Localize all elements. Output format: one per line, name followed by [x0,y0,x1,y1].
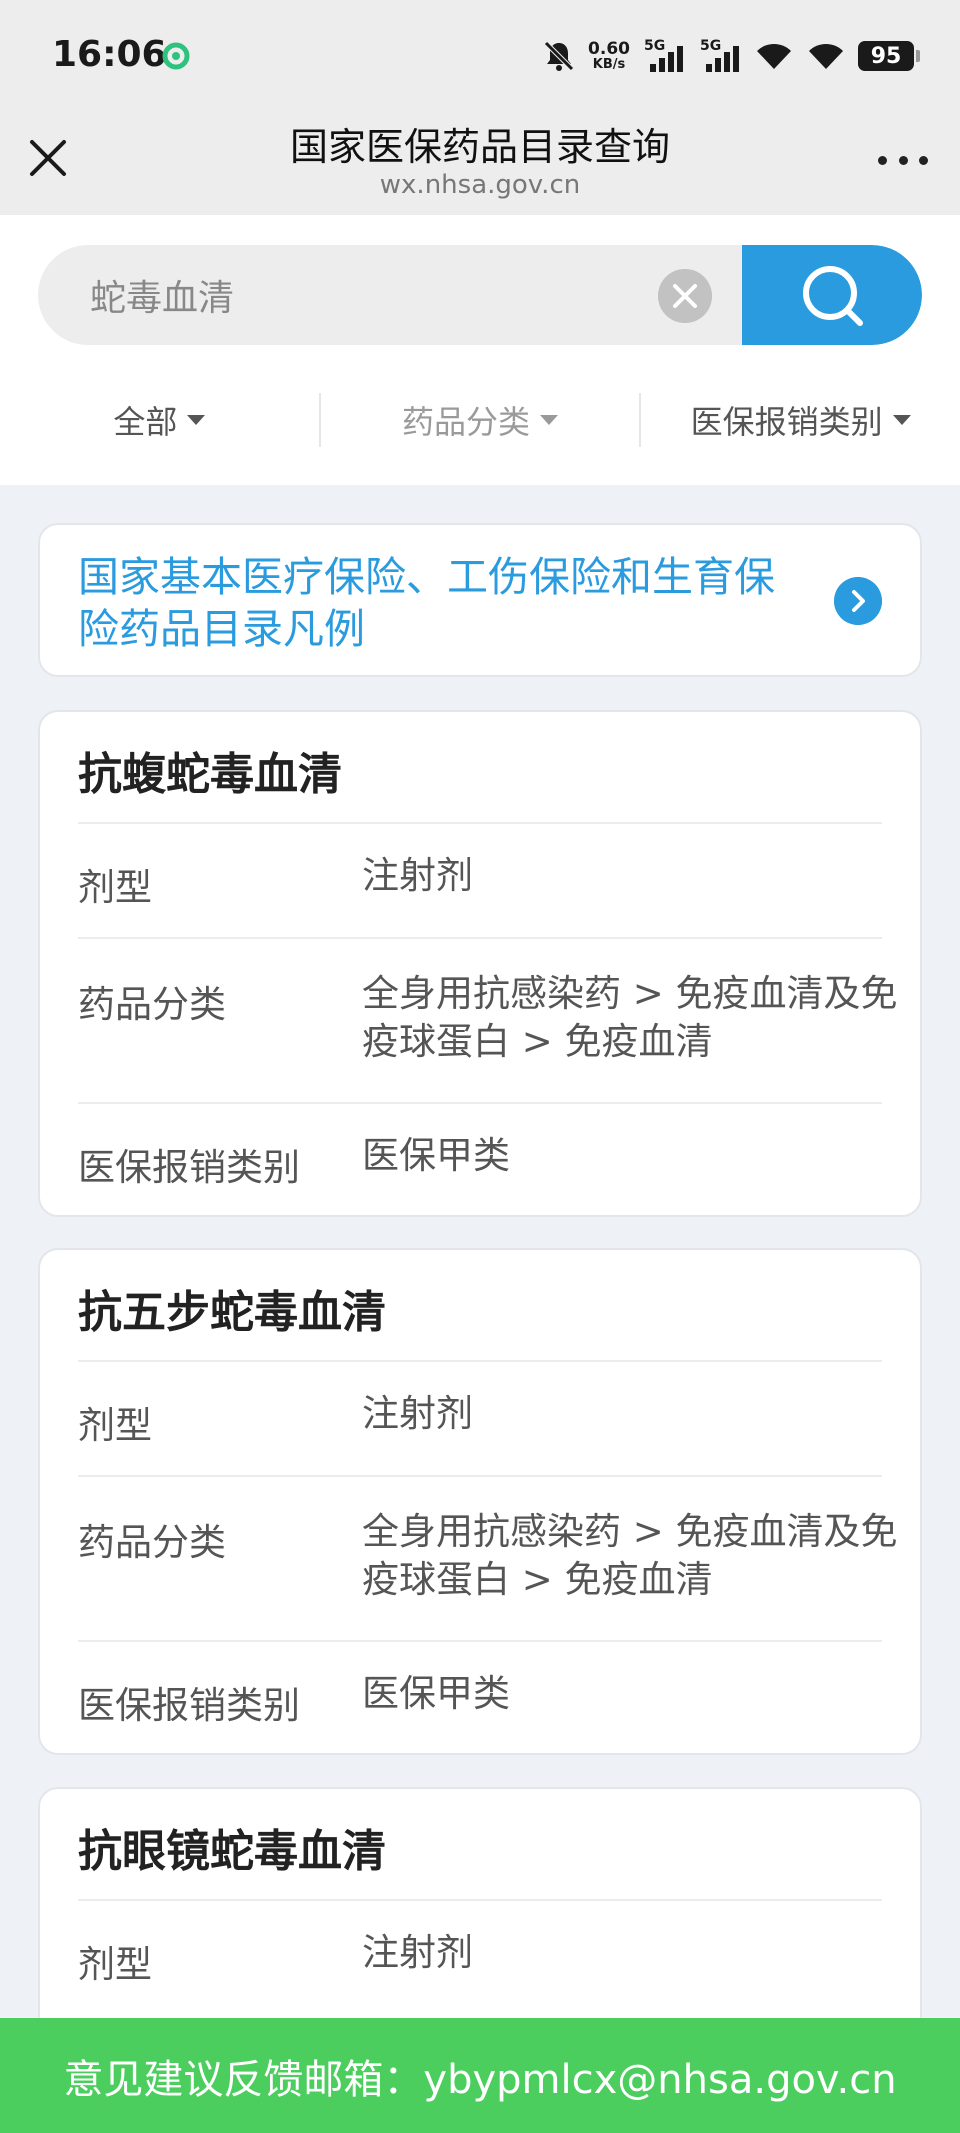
caret-down-icon [187,415,206,425]
status-time: 16:06 [52,34,167,75]
chevron-right-icon [834,577,882,625]
catalog-notice-link[interactable]: 国家基本医疗保险、工伤保险和生育保险药品目录凡例 [38,523,922,677]
signal-icon: 5G [642,38,686,74]
row-label: 剂型 [78,1404,152,1447]
status-icons: 0.60 KB/s 5G 5G 95 [542,36,920,76]
feedback-footer: 意见建议反馈邮箱：ybypmlcx@nhsa.gov.cn [0,2018,960,2133]
app-notification-icon [162,42,190,70]
row-value: 注射剂 [362,1392,473,1435]
bell-muted-icon [544,41,574,71]
filter-bar: 全部 药品分类 医保报销类别 [0,375,960,465]
caret-down-icon [892,415,911,425]
filter-reimbursement-type-label: 医保报销类别 [690,403,883,441]
drug-card[interactable]: 抗五步蛇毒血清 剂型 注射剂 药品分类 全身用抗感染药 > 免疫血清及免疫球蛋白… [38,1248,922,1755]
signal-label: 5G [644,38,666,54]
drug-name: 抗眼镜蛇毒血清 [78,1826,386,1877]
clear-search-icon[interactable] [658,269,712,323]
filter-all-label: 全部 [113,403,178,441]
notice-text: 国家基本医疗保险、工伤保险和生育保险药品目录凡例 [78,553,775,653]
row-value: 注射剂 [362,1931,473,1974]
search-input[interactable] [90,245,650,345]
search-box [38,245,922,345]
filter-drug-category-label: 药品分类 [402,403,531,441]
row-label: 剂型 [78,1943,152,1986]
divider [78,1640,882,1642]
filter-drug-category[interactable]: 药品分类 [318,393,640,447]
row-value: 注射剂 [362,854,473,897]
wifi-icon-2 [809,43,843,69]
divider [78,822,882,824]
page-title: 国家医保药品目录查询 [289,125,670,169]
drug-card[interactable]: 抗蝮蛇毒血清 剂型 注射剂 药品分类 全身用抗感染药 > 免疫血清及免疫球蛋白 … [38,710,922,1217]
row-label: 医保报销类别 [78,1146,300,1189]
feedback-email-text: 意见建议反馈邮箱：ybypmlcx@nhsa.gov.cn [63,2056,897,2103]
search-icon [803,266,863,326]
row-value: 全身用抗感染药 > 免疫血清及免疫球蛋白 > 免疫血清 [362,972,898,1063]
row-label: 药品分类 [78,1521,226,1564]
signal-icon-2: 5G [698,38,742,74]
page-url: wx.nhsa.gov.cn [379,170,581,200]
more-menu-icon[interactable] [878,148,928,172]
search-area: 全部 药品分类 医保报销类别 [0,215,960,485]
row-label: 医保报销类别 [78,1684,300,1727]
row-value: 全身用抗感染药 > 免疫血清及免疫球蛋白 > 免疫血清 [362,1510,898,1601]
speed-unit: KB/s [592,57,626,72]
divider [78,1475,882,1477]
wifi-icon [757,43,791,69]
divider [78,937,882,939]
row-value: 医保甲类 [362,1134,510,1177]
caret-down-icon [540,415,559,425]
nav-bar: 国家医保药品目录查询 wx.nhsa.gov.cn [0,110,960,215]
filter-reimbursement-type[interactable]: 医保报销类别 [639,393,960,447]
divider [78,1102,882,1104]
divider [78,1899,882,1901]
speed-value: 0.60 [588,39,630,59]
network-speed: 0.60 KB/s [588,40,630,72]
search-button[interactable] [742,245,922,345]
filter-all[interactable]: 全部 [0,393,319,447]
row-label: 药品分类 [78,983,226,1026]
status-bar: 16:06 0.60 KB/s 5G 5G 95 [0,0,960,110]
drug-name: 抗蝮蛇毒血清 [78,749,342,800]
divider [78,1360,882,1362]
drug-name: 抗五步蛇毒血清 [78,1287,386,1338]
battery-icon: 95 [858,41,920,71]
row-label: 剂型 [78,866,152,909]
row-value: 医保甲类 [362,1672,510,1715]
signal-label-2: 5G [700,38,722,54]
